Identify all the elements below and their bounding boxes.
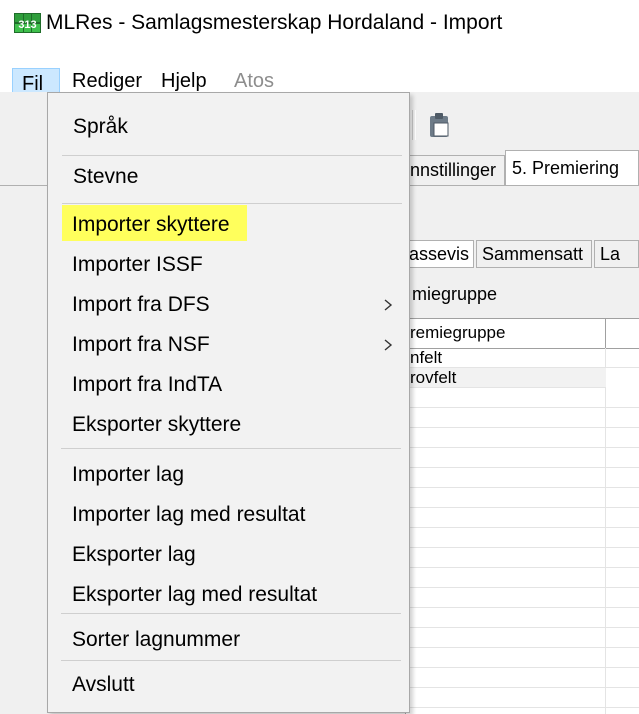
- menu-item-stevne[interactable]: Stevne: [48, 157, 409, 197]
- menu-item-label: Språk: [73, 115, 128, 138]
- submenu-arrow-icon: [384, 299, 393, 311]
- table-row-empty: [406, 688, 639, 708]
- table-row-empty: [406, 448, 639, 468]
- table-row[interactable]: rovfelt: [406, 368, 606, 388]
- menu-item-label: Stevne: [73, 165, 139, 188]
- table-row-empty: [406, 528, 639, 548]
- menu-item-importer-lag[interactable]: Importer lag: [47, 455, 408, 495]
- menu-item-label: Avslutt: [72, 673, 135, 696]
- table-row-empty: [406, 568, 639, 588]
- menu-item-label: Importer skyttere: [72, 213, 230, 236]
- menu-item-label: Importer ISSF: [72, 253, 203, 276]
- menu-item-sorter-lagnummer[interactable]: Sorter lagnummer: [47, 620, 408, 660]
- menu-item-label: Importer lag: [72, 463, 185, 486]
- paste-icon[interactable]: [428, 112, 450, 138]
- menu-separator: [62, 203, 402, 204]
- tab-premiering[interactable]: 5. Premiering: [505, 150, 639, 186]
- table-row-empty: [406, 508, 639, 528]
- menu-item-label: Importer lag med resultat: [72, 503, 306, 526]
- submenu-arrow-icon: [384, 339, 393, 351]
- premiegruppe-label: miegruppe: [412, 284, 498, 304]
- menu-item-import-fra-nsf[interactable]: Import fra NSF: [47, 325, 408, 365]
- table-row-empty: [406, 648, 639, 668]
- table-row-empty: [406, 408, 639, 428]
- subtab-klassevis[interactable]: assevis: [403, 240, 474, 268]
- tab-innstillinger[interactable]: nnstillinger: [403, 155, 505, 185]
- menu-separator: [61, 613, 401, 614]
- table-cell: nfelt: [410, 348, 443, 367]
- window-title: MLRes - Samlagsmesterskap Hordaland - Im…: [46, 11, 503, 34]
- menu-item-avslutt[interactable]: Avslutt: [47, 665, 408, 705]
- grid-header-divider: [605, 319, 606, 348]
- menu-item-label: Eksporter lag med resultat: [72, 583, 318, 606]
- menu-item-label: Eksporter lag: [72, 543, 196, 566]
- toolbar-separator: [412, 110, 416, 140]
- menu-item-importer-skyttere[interactable]: Importer skyttere: [47, 205, 408, 245]
- table-row-empty: [406, 628, 639, 648]
- menu-item-eksporter-skyttere[interactable]: Eksporter skyttere: [47, 405, 408, 445]
- table-row-empty: [406, 488, 639, 508]
- grid-column-premiegruppe[interactable]: remiegruppe: [410, 323, 505, 343]
- menu-separator: [61, 448, 401, 449]
- menu-item-label: Import fra IndTA: [72, 373, 223, 396]
- table-row-empty: [406, 608, 639, 628]
- menu-item-label: Eksporter skyttere: [72, 413, 242, 436]
- menu-item-label: Import fra DFS: [72, 293, 210, 316]
- premiegruppe-grid[interactable]: remiegruppe nfelt rovfelt: [405, 318, 639, 714]
- menu-item-importer-lag-med-resultat[interactable]: Importer lag med resultat: [47, 495, 408, 535]
- table-row-empty: [406, 668, 639, 688]
- table-row-empty: [406, 588, 639, 608]
- grid-header: remiegruppe: [406, 319, 639, 349]
- menu-separator: [62, 155, 402, 156]
- table-row-empty: [406, 548, 639, 568]
- menu-item-label: Import fra NSF: [72, 333, 210, 356]
- menu-item-label: Sorter lagnummer: [72, 628, 241, 651]
- app-grid-icon: 313: [14, 13, 41, 33]
- table-cell: rovfelt: [410, 368, 457, 387]
- menu-item-eksporter-lag[interactable]: Eksporter lag: [47, 535, 408, 575]
- menu-item-importer-issf[interactable]: Importer ISSF: [47, 245, 408, 285]
- subtab-sammensatt[interactable]: Sammensatt: [476, 240, 592, 268]
- table-row-empty: [406, 468, 639, 488]
- menu-item-import-fra-dfs[interactable]: Import fra DFS: [47, 285, 408, 325]
- menu-item-sprak[interactable]: Språk: [48, 107, 409, 147]
- table-row[interactable]: nfelt: [406, 348, 639, 368]
- menu-item-eksporter-lag-med-resultat[interactable]: Eksporter lag med resultat: [47, 575, 408, 615]
- title-bar: 313 MLRes - Samlagsmesterskap Hordaland …: [0, 0, 639, 46]
- subtab-lag[interactable]: La: [594, 240, 639, 268]
- table-row-empty: [406, 428, 639, 448]
- menu-item-import-fra-indta[interactable]: Import fra IndTA: [47, 365, 408, 405]
- svg-text:313: 313: [18, 19, 36, 31]
- table-row-empty: [406, 388, 639, 408]
- menu-separator: [61, 660, 401, 661]
